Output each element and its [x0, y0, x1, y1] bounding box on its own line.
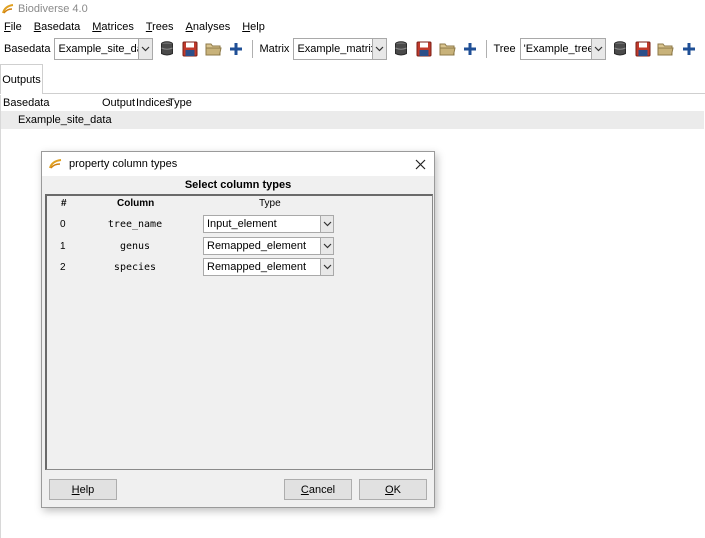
cancel-button[interactable]: Cancel: [284, 479, 352, 500]
grid-header-column: Column: [117, 198, 155, 209]
grid-row: 2 species Remapped_element: [47, 258, 433, 278]
delete-basedata-icon[interactable]: [158, 40, 176, 58]
col-header-type[interactable]: Type: [168, 97, 192, 109]
save-basedata-icon[interactable]: [181, 40, 199, 58]
grid-row: 0 tree_name Input_element: [47, 215, 433, 235]
open-folder-icon[interactable]: [204, 40, 222, 58]
dialog-heading: Select column types: [184, 179, 292, 191]
grid-header-index: #: [61, 198, 67, 209]
help-button[interactable]: Help: [49, 479, 117, 500]
toolbar-separator: [486, 40, 488, 58]
open-folder-icon[interactable]: [657, 40, 675, 58]
chevron-down-icon[interactable]: [590, 39, 605, 59]
menu-trees[interactable]: Trees: [146, 21, 174, 33]
open-folder-icon[interactable]: [438, 40, 456, 58]
add-tree-icon[interactable]: [680, 40, 698, 58]
grid-row: 1 genus Remapped_element: [47, 237, 433, 257]
save-matrix-icon[interactable]: [415, 40, 433, 58]
matrix-label: Matrix: [259, 43, 290, 55]
property-column-types-dialog: property column types Select column type…: [41, 151, 435, 508]
matrix-select-value: Example_matrix: [297, 43, 377, 55]
row-type-value: Remapped_element: [207, 240, 307, 252]
row-type-value: Remapped_element: [207, 261, 307, 273]
menu-bar: File Basedata Matrices Trees Analyses He…: [0, 18, 705, 36]
outputs-row-basedata: Example_site_data: [18, 114, 112, 126]
dialog-titlebar: property column types: [42, 152, 434, 176]
col-header-output[interactable]: Output: [102, 97, 135, 109]
window-title: Biodiverse 4.0: [18, 2, 88, 15]
matrix-select[interactable]: Example_matrix: [293, 38, 388, 60]
grid-header: # Column Type: [47, 198, 433, 212]
tree-label: Tree: [493, 43, 516, 55]
row-type-select[interactable]: Remapped_element: [203, 258, 334, 276]
save-tree-icon[interactable]: [634, 40, 652, 58]
grid-header-type: Type: [259, 198, 281, 209]
tab-bar: Outputs: [0, 64, 705, 94]
add-matrix-icon[interactable]: [461, 40, 479, 58]
basedata-label: Basedata: [4, 43, 51, 55]
ok-button[interactable]: OK: [359, 479, 427, 500]
tab-outputs-label: Outputs: [2, 73, 41, 86]
biodiverse-logo-icon: [2, 3, 14, 13]
menu-file[interactable]: File: [4, 21, 22, 33]
dialog-title: property column types: [69, 158, 178, 170]
col-header-indices[interactable]: Indices: [136, 97, 171, 109]
menu-basedata[interactable]: Basedata: [34, 21, 81, 33]
row-column-name: species: [113, 262, 157, 273]
add-basedata-icon[interactable]: [227, 40, 245, 58]
chevron-down-icon[interactable]: [320, 216, 333, 232]
menu-matrices[interactable]: Matrices: [92, 21, 134, 33]
close-icon[interactable]: [412, 156, 428, 172]
row-type-select[interactable]: Remapped_element: [203, 237, 334, 255]
toolbar-separator: [252, 40, 254, 58]
tree-select[interactable]: 'Example_tree': [519, 38, 606, 60]
delete-tree-icon[interactable]: [611, 40, 629, 58]
outputs-list-row[interactable]: Example_site_data: [1, 111, 704, 129]
delete-matrix-icon[interactable]: [392, 40, 410, 58]
col-header-basedata[interactable]: Basedata: [3, 97, 49, 109]
chevron-down-icon[interactable]: [320, 259, 333, 275]
chevron-down-icon[interactable]: [138, 39, 153, 59]
toolbar: Basedata Example_site_data Matrix Exampl…: [0, 37, 705, 61]
biodiverse-logo-icon: [49, 159, 62, 169]
row-index: 1: [60, 241, 66, 252]
row-type-select[interactable]: Input_element: [203, 215, 334, 233]
row-column-name: tree_name: [107, 219, 163, 230]
window-titlebar: Biodiverse 4.0: [0, 0, 705, 17]
column-types-grid: # Column Type 0 tree_name Input_element …: [45, 194, 433, 470]
row-index: 2: [60, 262, 66, 273]
menu-help[interactable]: Help: [242, 21, 265, 33]
chevron-down-icon[interactable]: [320, 238, 333, 254]
basedata-select[interactable]: Example_site_data: [54, 38, 154, 60]
menu-analyses[interactable]: Analyses: [186, 21, 231, 33]
tree-select-value: 'Example_tree': [523, 43, 596, 55]
row-index: 0: [60, 219, 66, 230]
row-column-name: genus: [119, 241, 151, 252]
row-type-value: Input_element: [207, 218, 277, 230]
chevron-down-icon[interactable]: [372, 39, 387, 59]
tab-outputs[interactable]: Outputs: [0, 64, 43, 94]
